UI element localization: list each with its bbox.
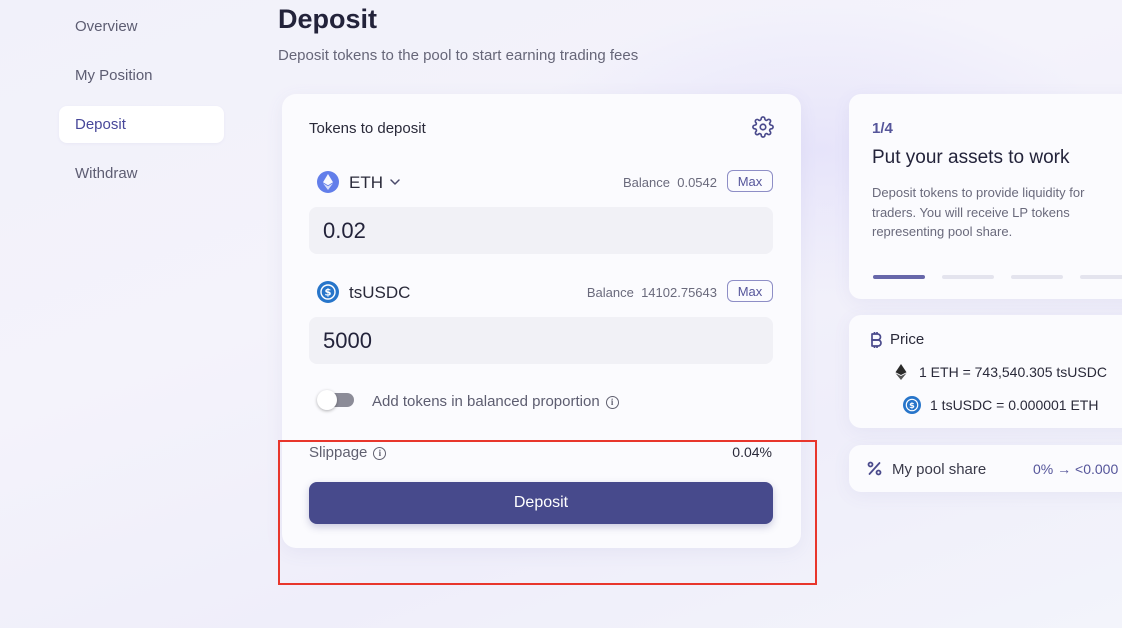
- toggle-knob: [317, 390, 337, 410]
- token-b-row: $ tsUSDC Balance 14102.75643 Max: [309, 278, 773, 308]
- page-title: Deposit: [278, 4, 378, 34]
- percent-icon: [867, 461, 882, 476]
- token-a-row: ETH Balance 0.0542 Max: [309, 168, 773, 198]
- pool-share-label: My pool share: [892, 461, 987, 478]
- token-b-balance-label: Balance: [586, 285, 634, 300]
- token-b-amount-box: [309, 317, 773, 364]
- pool-share-value: 0% → <0.000: [1033, 461, 1119, 477]
- sidebar-item-overview[interactable]: Overview: [59, 8, 224, 45]
- step-dot[interactable]: [1080, 275, 1122, 279]
- price-title: Price: [890, 331, 925, 348]
- eth-icon: [895, 364, 907, 380]
- token-a-max-button[interactable]: Max: [727, 170, 773, 192]
- page-subtitle: Deposit tokens to the pool to start earn…: [278, 47, 639, 64]
- slippage-label-text: Slippage: [309, 444, 368, 461]
- balanced-proportion-toggle[interactable]: [316, 390, 356, 410]
- slippage-label: Slippage i: [309, 444, 387, 461]
- sidebar-item-deposit[interactable]: Deposit: [59, 106, 224, 143]
- sidebar-item-withdraw[interactable]: Withdraw: [59, 155, 224, 192]
- balanced-proportion-text: Add tokens in balanced proportion: [372, 393, 600, 410]
- token-b-balance: Balance 14102.75643: [587, 285, 717, 300]
- token-b-name: tsUSDC: [349, 283, 411, 302]
- step-dot[interactable]: [942, 275, 994, 279]
- step-counter: 1/4: [872, 120, 893, 137]
- step-dot[interactable]: [1011, 275, 1063, 279]
- token-a-name[interactable]: ETH: [349, 173, 383, 193]
- token-a-balance-value: 0.0542: [677, 175, 717, 190]
- token-a-amount-box: [309, 207, 773, 254]
- sidebar-item-my-position[interactable]: My Position: [59, 57, 224, 94]
- pool-share-card: My pool share 0% → <0.000: [849, 445, 1122, 492]
- svg-text:$: $: [325, 288, 332, 299]
- step-dot[interactable]: [873, 275, 925, 279]
- chevron-down-icon[interactable]: [389, 177, 401, 187]
- token-a-amount-input[interactable]: [309, 207, 767, 254]
- svg-text:$: $: [909, 400, 915, 410]
- token-b-amount-input[interactable]: [309, 317, 767, 364]
- token-b-max-button[interactable]: Max: [727, 280, 773, 302]
- price-rate-eth: 1 ETH = 743,540.305 tsUSDC: [919, 364, 1107, 380]
- price-rate-usdc: 1 tsUSDC = 0.000001 ETH: [930, 397, 1099, 413]
- tokens-to-deposit-heading: Tokens to deposit: [309, 120, 426, 137]
- slippage-value: 0.04%: [732, 444, 772, 460]
- bitcoin-icon: [871, 332, 882, 348]
- steps-card: 1/4 Put your assets to work Deposit toke…: [849, 94, 1122, 299]
- usdc-icon: $: [317, 281, 339, 303]
- deposit-button[interactable]: Deposit: [309, 482, 773, 524]
- token-b-balance-value: 14102.75643: [641, 285, 717, 300]
- step-title: Put your assets to work: [872, 147, 1070, 168]
- price-card: Price 1 ETH = 743,540.305 tsUSDC $ 1 tsU…: [849, 315, 1122, 428]
- balanced-proportion-label: Add tokens in balanced proportion i: [372, 393, 619, 410]
- info-icon[interactable]: i: [373, 447, 387, 460]
- info-icon[interactable]: i: [605, 396, 619, 409]
- deposit-card: Tokens to deposit ETH Balance 0.0542 Max…: [282, 94, 801, 548]
- token-a-balance-label: Balance: [623, 175, 670, 190]
- usdc-icon: $: [903, 396, 921, 414]
- step-description: Deposit tokens to provide liquidity for …: [872, 185, 1085, 239]
- settings-gear-icon[interactable]: [752, 116, 774, 138]
- eth-icon: [317, 171, 339, 193]
- token-a-balance: Balance 0.0542: [623, 175, 717, 190]
- sidebar: Overview My Position Deposit Withdraw: [59, 8, 224, 204]
